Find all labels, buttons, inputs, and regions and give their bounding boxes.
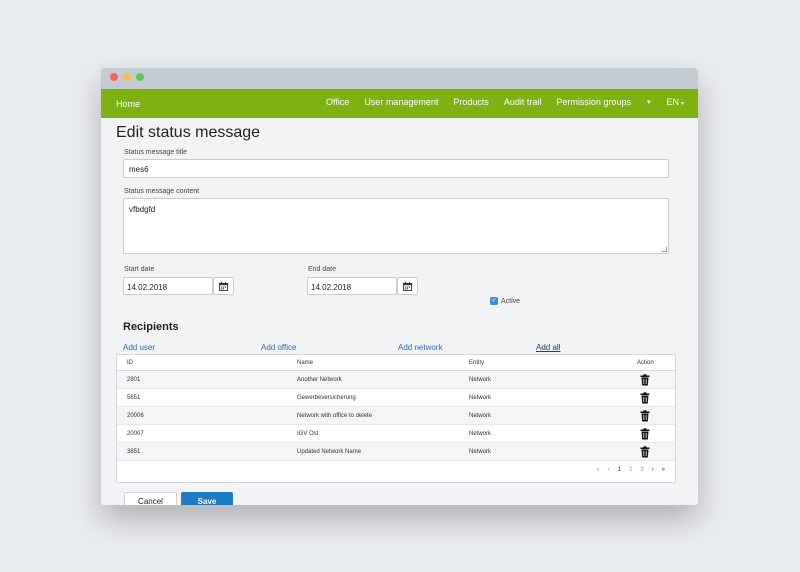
table-header-row: ID Name Entity Action	[117, 355, 675, 371]
content-field-label: Status message content	[124, 188, 200, 195]
language-label: EN	[666, 97, 679, 107]
main-content: Edit status message Status message title…	[101, 118, 698, 505]
language-selector[interactable]: EN ▾	[666, 97, 684, 107]
cell-entity: Network	[469, 377, 492, 383]
cell-name: Gewerbeversicherung	[297, 395, 356, 401]
resize-handle[interactable]	[662, 247, 667, 252]
cell-name: Network with office to delete	[297, 413, 372, 419]
close-window-button[interactable]	[110, 73, 118, 81]
cell-id: 20007	[127, 431, 144, 437]
add-office-link[interactable]: Add office	[261, 343, 296, 352]
calendar-icon	[403, 281, 412, 291]
column-header-name[interactable]: Name	[297, 360, 313, 366]
start-date-label: Start date	[124, 266, 155, 273]
window-titlebar	[101, 68, 698, 89]
nav-more-dropdown-icon[interactable]: ▾	[647, 98, 651, 106]
active-label: Active	[501, 297, 521, 305]
recipients-table: ID Name Entity Action 2801 Another Netwo…	[116, 354, 676, 483]
cancel-button[interactable]: Cancel	[124, 492, 177, 505]
table-row[interactable]: 20007 IGV Ost Network	[117, 425, 675, 443]
recipients-heading: Recipients	[123, 321, 179, 333]
minimize-window-button[interactable]	[123, 73, 131, 81]
cell-name: Updated Network Name	[297, 449, 362, 455]
trash-icon[interactable]	[639, 374, 651, 386]
cell-id: 3851	[127, 449, 141, 455]
cell-entity: Network	[469, 395, 492, 401]
trash-icon[interactable]	[639, 428, 651, 440]
cell-entity: Network	[469, 449, 492, 455]
column-header-entity[interactable]: Entity	[469, 360, 484, 366]
nav-item-audit-trail[interactable]: Audit trail	[504, 97, 542, 107]
page-title: Edit status message	[116, 124, 261, 141]
prev-page-button[interactable]: ‹	[608, 467, 610, 473]
nav-item-permission-groups[interactable]: Permission groups	[556, 97, 631, 107]
trash-icon[interactable]	[639, 392, 651, 404]
app-window: Home Office User management Products Aud…	[101, 68, 698, 505]
status-content-text: vfbdgfd	[129, 205, 156, 214]
cell-entity: Network	[469, 413, 492, 419]
end-date-input[interactable]: 14.02.2018	[307, 277, 397, 295]
calendar-icon	[219, 281, 228, 291]
status-content-textarea[interactable]: vfbdgfd	[123, 198, 669, 254]
cell-entity: Network	[469, 431, 492, 437]
page-3-button[interactable]: 3	[640, 467, 643, 473]
check-icon: ✓	[491, 298, 497, 304]
active-checkbox-group[interactable]: ✓ Active	[490, 297, 520, 305]
add-network-link[interactable]: Add network	[398, 343, 442, 352]
end-date-calendar-button[interactable]	[397, 277, 418, 295]
end-date-label: End date	[308, 266, 337, 273]
cell-id: 5651	[127, 395, 141, 401]
trash-icon[interactable]	[639, 446, 651, 458]
column-header-action: Action	[637, 360, 654, 366]
page-2-button[interactable]: 2	[629, 467, 632, 473]
table-row[interactable]: 20006 Network with office to delete Netw…	[117, 407, 675, 425]
trash-icon[interactable]	[639, 410, 651, 422]
nav-item-user-management[interactable]: User management	[364, 97, 438, 107]
first-page-button[interactable]: «	[596, 467, 599, 473]
pagination: « ‹ 1 2 3 › »	[588, 467, 665, 473]
cell-name: Another Network	[297, 377, 342, 383]
nav-home-link[interactable]: Home	[116, 99, 140, 109]
add-user-link[interactable]: Add user	[123, 343, 155, 352]
table-row[interactable]: 5651 Gewerbeversicherung Network	[117, 389, 675, 407]
chevron-down-icon: ▾	[680, 101, 684, 107]
page-1-button[interactable]: 1	[618, 467, 621, 473]
top-navbar: Home Office User management Products Aud…	[101, 89, 698, 118]
active-checkbox[interactable]: ✓	[490, 297, 498, 305]
cell-id: 2801	[127, 377, 141, 383]
nav-menu: Office User management Products Audit tr…	[311, 97, 684, 107]
next-page-button[interactable]: ›	[652, 467, 654, 473]
cell-name: IGV Ost	[297, 431, 319, 437]
table-row[interactable]: 2801 Another Network Network	[117, 371, 675, 389]
last-page-button[interactable]: »	[662, 467, 665, 473]
nav-item-office[interactable]: Office	[326, 97, 349, 107]
status-title-input[interactable]: mes6	[123, 159, 669, 178]
nav-item-products[interactable]: Products	[453, 97, 489, 107]
title-field-label: Status message title	[124, 149, 188, 156]
maximize-window-button[interactable]	[136, 73, 144, 81]
start-date-calendar-button[interactable]	[213, 277, 234, 295]
column-header-id[interactable]: ID	[127, 360, 133, 366]
cell-id: 20006	[127, 413, 144, 419]
add-all-link[interactable]: Add all	[536, 343, 560, 352]
table-row[interactable]: 3851 Updated Network Name Network	[117, 443, 675, 461]
start-date-input[interactable]: 14.02.2018	[123, 277, 213, 295]
save-button[interactable]: Save	[181, 492, 233, 505]
